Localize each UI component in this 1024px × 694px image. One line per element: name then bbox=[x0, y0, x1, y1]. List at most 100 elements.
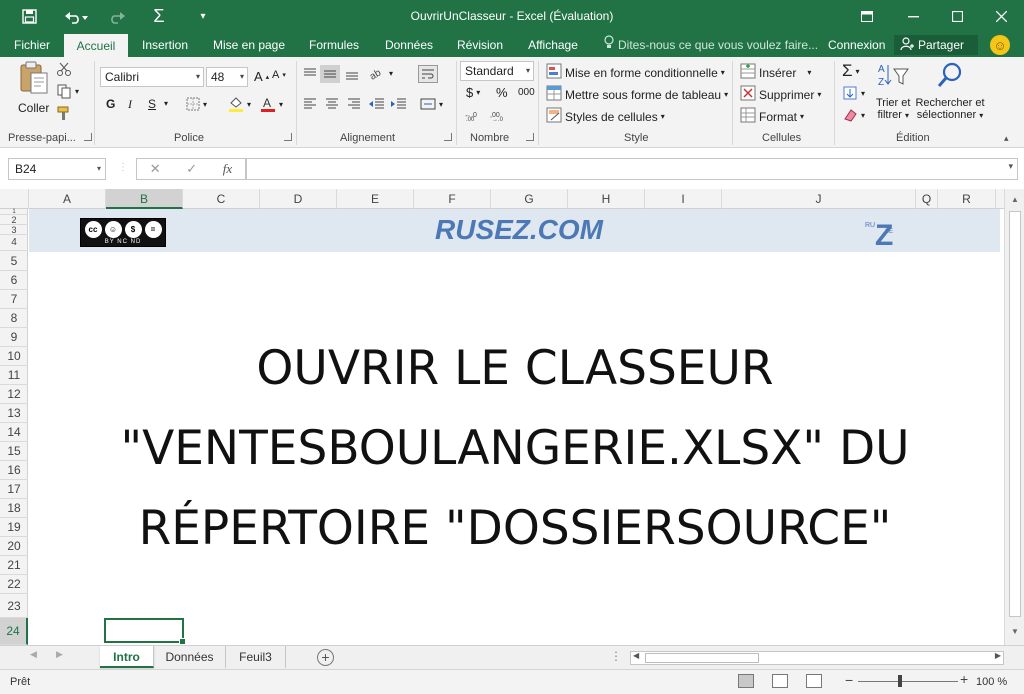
row-header[interactable]: 15 bbox=[0, 442, 28, 461]
increase-font-icon[interactable]: A ▴ bbox=[254, 69, 269, 84]
insert-cells-button[interactable]: Insérer ▾ bbox=[740, 63, 811, 82]
row-header[interactable]: 18 bbox=[0, 499, 28, 518]
decrease-font-icon[interactable]: A ▾ bbox=[272, 69, 286, 81]
row-header[interactable]: 12 bbox=[0, 385, 28, 404]
insert-function-icon[interactable]: fx bbox=[223, 161, 232, 177]
alignment-launcher-icon[interactable] bbox=[444, 133, 452, 141]
column-header[interactable]: E bbox=[337, 189, 414, 209]
column-header[interactable]: F bbox=[414, 189, 491, 209]
decrease-indent-icon[interactable] bbox=[368, 97, 386, 111]
align-center-icon[interactable] bbox=[324, 97, 340, 111]
row-header[interactable]: 3 bbox=[0, 225, 28, 235]
percent-button[interactable]: % bbox=[496, 85, 508, 100]
page-break-view-icon[interactable] bbox=[806, 674, 822, 688]
scroll-up-icon[interactable]: ▲ bbox=[1005, 191, 1024, 209]
zoom-in-icon[interactable]: + bbox=[960, 671, 968, 687]
clipboard-launcher-icon[interactable] bbox=[84, 133, 92, 141]
tab-insertion[interactable]: Insertion bbox=[134, 33, 196, 57]
bold-button[interactable]: G bbox=[106, 97, 115, 111]
font-launcher-icon[interactable] bbox=[284, 133, 292, 141]
row-header[interactable]: 13 bbox=[0, 404, 28, 423]
row-header[interactable]: 22 bbox=[0, 575, 28, 594]
orientation-icon[interactable]: ab ▾ bbox=[368, 65, 393, 81]
find-select-button[interactable]: Rechercher et sélectionner ▾ bbox=[915, 61, 985, 121]
add-sheet-icon[interactable]: + bbox=[317, 649, 334, 666]
thousands-button[interactable]: 000 bbox=[518, 87, 535, 98]
column-header[interactable]: B bbox=[106, 189, 183, 209]
tell-me-box[interactable]: Dites-nous ce que vous voulez faire... bbox=[604, 33, 818, 57]
format-cells-button[interactable]: Format ▾ bbox=[740, 107, 804, 126]
row-header[interactable]: 14 bbox=[0, 423, 28, 442]
font-size-select[interactable]: 48 ▾ bbox=[206, 67, 248, 87]
share-button[interactable]: Partager bbox=[894, 35, 978, 55]
worksheet-grid[interactable]: A B C D E F G H I J Q R 1 2 3 4 5 6 7 8 … bbox=[0, 189, 1024, 645]
scroll-down-icon[interactable]: ▼ bbox=[1005, 623, 1024, 641]
row-header[interactable]: 20 bbox=[0, 537, 28, 556]
merge-center-icon[interactable]: ▾ bbox=[420, 97, 443, 111]
align-left-icon[interactable] bbox=[302, 97, 318, 111]
autosum-icon[interactable]: Σ ▾ bbox=[842, 61, 860, 81]
format-as-table-button[interactable]: Mettre sous forme de tableau ▾ bbox=[546, 85, 728, 104]
row-header[interactable]: 11 bbox=[0, 366, 28, 385]
row-header[interactable]: 6 bbox=[0, 271, 28, 290]
tab-fichier[interactable]: Fichier bbox=[6, 33, 58, 57]
tab-split-handle-icon[interactable]: ⋮ bbox=[610, 649, 622, 663]
horizontal-scroll-thumb[interactable] bbox=[645, 653, 759, 663]
column-header[interactable]: D bbox=[260, 189, 337, 209]
sheet-tab-donnees[interactable]: Données bbox=[154, 646, 226, 668]
name-box[interactable]: B24 ▾ bbox=[8, 158, 106, 180]
tab-donnees[interactable]: Données bbox=[378, 33, 440, 57]
column-header[interactable]: H bbox=[568, 189, 645, 209]
row-header[interactable]: 19 bbox=[0, 518, 28, 537]
delete-cells-button[interactable]: Supprimer ▾ bbox=[740, 85, 821, 104]
cut-icon[interactable] bbox=[56, 61, 72, 77]
page-layout-view-icon[interactable] bbox=[772, 674, 788, 688]
confirm-entry-icon[interactable]: ✓ bbox=[186, 161, 197, 177]
format-painter-icon[interactable] bbox=[56, 105, 72, 121]
align-bottom-icon[interactable] bbox=[344, 67, 360, 81]
font-name-select[interactable]: Calibri ▾ bbox=[100, 67, 204, 87]
zoom-slider-knob[interactable] bbox=[898, 675, 902, 687]
align-middle-icon[interactable] bbox=[320, 65, 340, 83]
increase-indent-icon[interactable] bbox=[390, 97, 408, 111]
zoom-level[interactable]: 100 % bbox=[976, 670, 1007, 694]
maximize-icon[interactable] bbox=[934, 0, 980, 33]
scroll-right-icon[interactable]: ▶ bbox=[995, 651, 1001, 660]
fill-icon[interactable]: ▾ bbox=[842, 85, 865, 101]
column-header[interactable]: J bbox=[722, 189, 916, 209]
sum-icon[interactable]: Σ bbox=[146, 0, 172, 33]
tab-formules[interactable]: Formules bbox=[302, 33, 366, 57]
row-header[interactable]: 24 bbox=[0, 618, 28, 645]
row-header[interactable]: 9 bbox=[0, 328, 28, 347]
fill-color-icon[interactable]: ▾ bbox=[228, 95, 251, 113]
cancel-entry-icon[interactable]: ✕ bbox=[150, 161, 161, 177]
row-header[interactable]: 5 bbox=[0, 252, 28, 271]
cell-styles-button[interactable]: Styles de cellules ▾ bbox=[546, 107, 665, 126]
number-format-select[interactable]: Standard ▾ bbox=[460, 61, 534, 81]
decrease-decimal-icon[interactable]: ,00 →,0 bbox=[490, 107, 508, 121]
increase-decimal-icon[interactable]: ←,0,00 bbox=[464, 107, 482, 121]
formula-input[interactable]: ▾ bbox=[246, 158, 1018, 180]
row-header[interactable]: 10 bbox=[0, 347, 28, 366]
normal-view-icon[interactable] bbox=[738, 674, 754, 688]
customize-icon[interactable]: ▾ bbox=[196, 0, 210, 33]
ribbon-display-icon[interactable] bbox=[844, 0, 890, 33]
row-header[interactable]: 7 bbox=[0, 290, 28, 309]
paste-button[interactable]: Coller bbox=[18, 61, 49, 115]
redo-icon[interactable] bbox=[102, 0, 138, 33]
underline-button[interactable]: S bbox=[148, 97, 156, 111]
column-header[interactable]: R bbox=[938, 189, 996, 209]
save-icon[interactable] bbox=[14, 0, 44, 33]
collapse-ribbon-icon[interactable]: ▴ bbox=[1004, 133, 1009, 144]
minimize-icon[interactable] bbox=[890, 0, 936, 33]
row-header[interactable]: 4 bbox=[0, 235, 28, 251]
undo-icon[interactable] bbox=[58, 0, 94, 33]
zoom-slider[interactable] bbox=[858, 681, 958, 682]
vertical-scroll-thumb[interactable] bbox=[1009, 211, 1021, 617]
number-launcher-icon[interactable] bbox=[526, 133, 534, 141]
next-sheet-icon[interactable]: ▶ bbox=[56, 649, 63, 660]
column-header[interactable]: C bbox=[183, 189, 260, 209]
tab-revision[interactable]: Révision bbox=[450, 33, 510, 57]
sheet-tab-intro[interactable]: Intro bbox=[100, 646, 154, 668]
underline-dropdown-icon[interactable]: ▾ bbox=[164, 99, 168, 108]
